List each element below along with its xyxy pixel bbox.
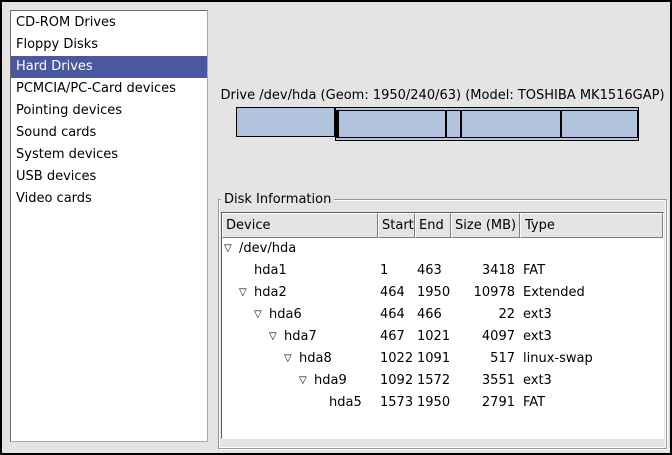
disk-information-groupbox: Disk Information Device Start End Size (… (218, 199, 667, 449)
device-name: hda2 (254, 282, 287, 304)
drive-partition-bar (236, 107, 639, 141)
sidebar-item-system-devices[interactable]: System devices (11, 144, 207, 166)
table-header-row: Device Start End Size (MB) Type (222, 213, 663, 238)
cell-size (450, 238, 519, 260)
tree-expander-icon[interactable]: ▽ (239, 282, 254, 304)
cell-start: 1022 (377, 348, 414, 370)
cell-end: 463 (414, 260, 450, 282)
cell-type: linux-swap (519, 348, 663, 370)
cell-end: 1572 (414, 370, 450, 392)
tree-expander-icon[interactable]: ▽ (284, 348, 299, 370)
column-header-start[interactable]: Start (378, 213, 415, 238)
table-row[interactable]: ▽ hda6 464 466 22 ext3 (222, 304, 663, 326)
cell-type: ext3 (519, 370, 663, 392)
cell-start: 467 (377, 326, 414, 348)
column-header-type[interactable]: Type (520, 213, 663, 238)
column-header-device[interactable]: Device (222, 213, 378, 238)
drive-bar-segment[interactable] (446, 110, 461, 138)
sidebar-item-video-cards[interactable]: Video cards (11, 188, 207, 210)
table-row[interactable]: ▽ hda7 467 1021 4097 ext3 (222, 326, 663, 348)
hardware-browser-window: CD-ROM Drives Floppy Disks Hard Drives P… (0, 0, 672, 455)
cell-end: 1091 (414, 348, 450, 370)
drive-bar-segment[interactable] (561, 110, 638, 138)
device-name: hda5 (329, 392, 362, 414)
disk-information-table: Device Start End Size (MB) Type ▽ /dev/h… (221, 212, 664, 439)
table-row[interactable]: ▽ hda2 464 1950 10978 Extended (222, 282, 663, 304)
device-name: /dev/hda (239, 238, 296, 260)
device-category-list: CD-ROM Drives Floppy Disks Hard Drives P… (10, 10, 208, 442)
cell-start: 464 (377, 304, 414, 326)
device-name: hda8 (299, 348, 332, 370)
cell-type: FAT (519, 392, 663, 414)
cell-end: 1021 (414, 326, 450, 348)
cell-size: 10978 (450, 282, 519, 304)
cell-end (414, 238, 450, 260)
device-name: hda6 (269, 304, 302, 326)
cell-start: 464 (377, 282, 414, 304)
cell-start (377, 238, 414, 260)
drive-bar-extended-segment[interactable] (335, 107, 639, 141)
cell-type: ext3 (519, 326, 663, 348)
cell-size: 4097 (450, 326, 519, 348)
cell-type (519, 238, 663, 260)
device-name: hda1 (254, 260, 287, 282)
sidebar-item-sound-cards[interactable]: Sound cards (11, 122, 207, 144)
sidebar-item-pcmcia-devices[interactable]: PCMCIA/PC-Card devices (11, 78, 207, 100)
cell-end: 1950 (414, 282, 450, 304)
sidebar-item-pointing-devices[interactable]: Pointing devices (11, 100, 207, 122)
sidebar-item-floppy-disks[interactable]: Floppy Disks (11, 34, 207, 56)
sidebar-item-cdrom-drives[interactable]: CD-ROM Drives (11, 12, 207, 34)
cell-end: 466 (414, 304, 450, 326)
device-name: hda7 (284, 326, 317, 348)
cell-size: 2791 (450, 392, 519, 414)
sidebar-item-hard-drives[interactable]: Hard Drives (11, 56, 207, 78)
sidebar-item-usb-devices[interactable]: USB devices (11, 166, 207, 188)
cell-size: 3551 (450, 370, 519, 392)
column-header-end[interactable]: End (415, 213, 451, 238)
drive-bar-segment[interactable] (461, 110, 561, 138)
drive-bar-segment[interactable] (236, 107, 335, 137)
tree-expander-icon[interactable]: ▽ (254, 304, 269, 326)
tree-expander-icon[interactable]: ▽ (299, 370, 314, 392)
tree-expander-icon[interactable]: ▽ (269, 326, 284, 348)
table-row[interactable]: ▽ /dev/hda (222, 238, 663, 260)
cell-size: 22 (450, 304, 519, 326)
cell-size: 3418 (450, 260, 519, 282)
cell-size: 517 (450, 348, 519, 370)
cell-start: 1092 (377, 370, 414, 392)
drive-title: Drive /dev/hda (Geom: 1950/240/63) (Mode… (217, 88, 668, 103)
column-header-size[interactable]: Size (MB) (451, 213, 520, 238)
device-name: hda9 (314, 370, 347, 392)
cell-start: 1573 (377, 392, 414, 414)
drive-bar-segment[interactable] (338, 110, 446, 138)
table-row[interactable]: hda5 1573 1950 2791 FAT (222, 392, 663, 414)
table-row[interactable]: ▽ hda9 1092 1572 3551 ext3 (222, 370, 663, 392)
table-row[interactable]: ▽ hda8 1022 1091 517 linux-swap (222, 348, 663, 370)
disk-information-label: Disk Information (221, 191, 334, 208)
cell-type: ext3 (519, 304, 663, 326)
cell-type: Extended (519, 282, 663, 304)
cell-type: FAT (519, 260, 663, 282)
cell-end: 1950 (414, 392, 450, 414)
cell-start: 1 (377, 260, 414, 282)
table-row[interactable]: hda1 1 463 3418 FAT (222, 260, 663, 282)
tree-expander-icon[interactable]: ▽ (224, 238, 239, 260)
